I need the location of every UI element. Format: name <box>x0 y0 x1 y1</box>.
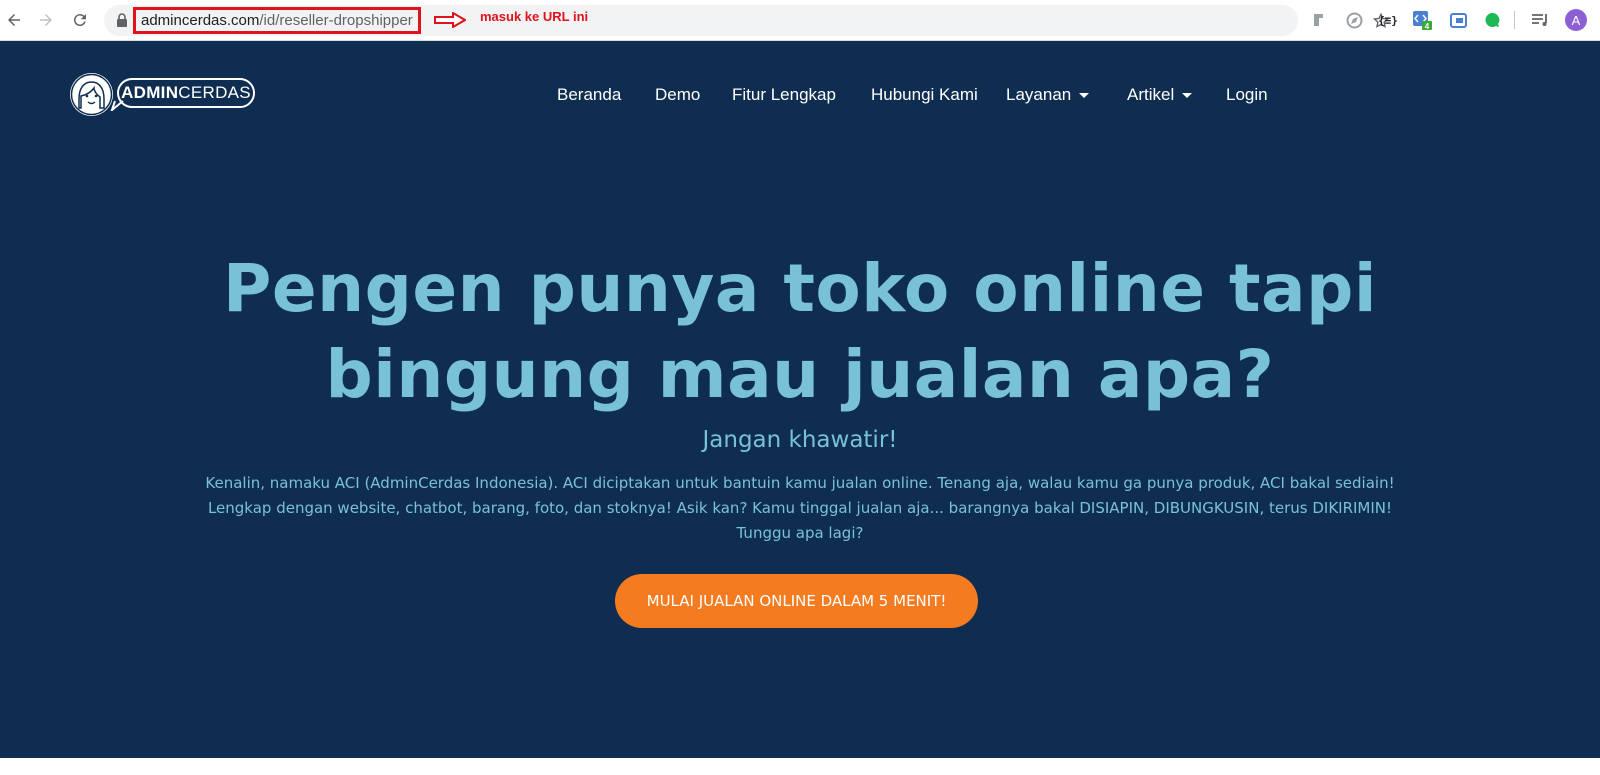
nav-label: Fitur Lengkap <box>732 85 836 104</box>
nav-item-artikel[interactable]: Artikel <box>1127 85 1193 105</box>
description-line-3: Tunggu apa lagi? <box>736 524 864 542</box>
json-extension-button[interactable]: {≡} <box>1378 10 1398 30</box>
headline-line-1: Pengen punya toko online tapi <box>223 250 1377 327</box>
back-button[interactable] <box>2 8 26 32</box>
dropdown-caret-icon <box>1079 92 1090 98</box>
annotation-note: masuk ke URL ini <box>480 9 589 24</box>
reload-icon <box>73 14 86 27</box>
nav-label: Login <box>1226 85 1268 104</box>
browser-toolbar: admincerdas.com/id/reseller-dropshipper … <box>0 0 1600 41</box>
puzzle-extension-icon <box>1314 14 1323 26</box>
nav-label: Layanan <box>1006 85 1072 104</box>
headline-line-2: bingung mau jualan apa? <box>325 336 1275 413</box>
nav-label: Beranda <box>557 85 622 104</box>
profile-avatar[interactable]: A <box>1565 9 1587 31</box>
nav-item-hubungi-kami[interactable]: Hubungi Kami <box>871 85 978 105</box>
puzzle-extension-button[interactable] <box>1310 10 1330 30</box>
nav-item-beranda[interactable]: Beranda <box>557 85 621 105</box>
description-line-1: Kenalin, namaku ACI (AdminCerdas Indones… <box>205 474 1395 492</box>
annotation-arrow-icon <box>434 12 466 28</box>
hero-subheading: Jangan khawatir! <box>702 427 898 453</box>
hero-headline: Pengen punya toko online tapi bingung ma… <box>0 246 1600 418</box>
chat-extension-icon <box>1484 12 1499 27</box>
start-selling-button[interactable]: MULAI JUALAN ONLINE DALAM 5 MENIT! <box>615 574 978 628</box>
url-domain: admincerdas.com <box>141 12 260 29</box>
nav-item-demo[interactable]: Demo <box>655 85 700 105</box>
chat-extension-button[interactable] <box>1482 10 1502 30</box>
media-control-button[interactable] <box>1530 10 1550 30</box>
code-extension-icon: 4 <box>1413 11 1432 30</box>
json-extension-icon: {≡} <box>1378 13 1398 27</box>
hero-section: ADMIN CERDAS Beranda Demo Fitur Lengkap H… <box>0 41 1600 758</box>
nav-label: Hubungi Kami <box>871 85 978 104</box>
nav-item-login[interactable]: Login <box>1226 85 1268 105</box>
dropdown-caret-icon <box>1182 92 1193 98</box>
compass-extension-button[interactable] <box>1344 10 1364 30</box>
nav-label: Artikel <box>1127 85 1175 104</box>
forward-button[interactable] <box>34 8 58 32</box>
url-path: /id/reseller-dropshipper <box>259 12 413 29</box>
compass-extension-icon <box>1346 12 1362 28</box>
forward-arrow-icon <box>40 14 52 26</box>
code-extension-button[interactable]: 4 <box>1412 10 1432 30</box>
svg-text:4: 4 <box>1425 22 1430 30</box>
media-control-icon <box>1532 14 1547 26</box>
lock-icon <box>117 13 127 27</box>
nav-item-fitur-lengkap[interactable]: Fitur Lengkap <box>732 85 836 105</box>
address-bar[interactable]: admincerdas.com/id/reseller-dropshipper <box>104 5 1390 36</box>
main-navigation: Beranda Demo Fitur Lengkap Hubungi Kami … <box>0 85 1600 109</box>
url-highlight-box[interactable]: admincerdas.com/id/reseller-dropshipper <box>133 7 421 34</box>
calendar-extension-button[interactable] <box>1448 10 1468 30</box>
nav-item-layanan[interactable]: Layanan <box>1006 85 1090 105</box>
toolbar-divider <box>1514 11 1515 29</box>
reload-button[interactable] <box>68 8 92 32</box>
back-arrow-icon <box>8 14 20 26</box>
description-line-2: Lengkap dengan website, chatbot, barang,… <box>207 499 1393 517</box>
nav-label: Demo <box>655 85 701 104</box>
hero-description: Kenalin, namaku ACI (AdminCerdas Indones… <box>180 471 1420 546</box>
calendar-extension-icon <box>1449 13 1467 28</box>
